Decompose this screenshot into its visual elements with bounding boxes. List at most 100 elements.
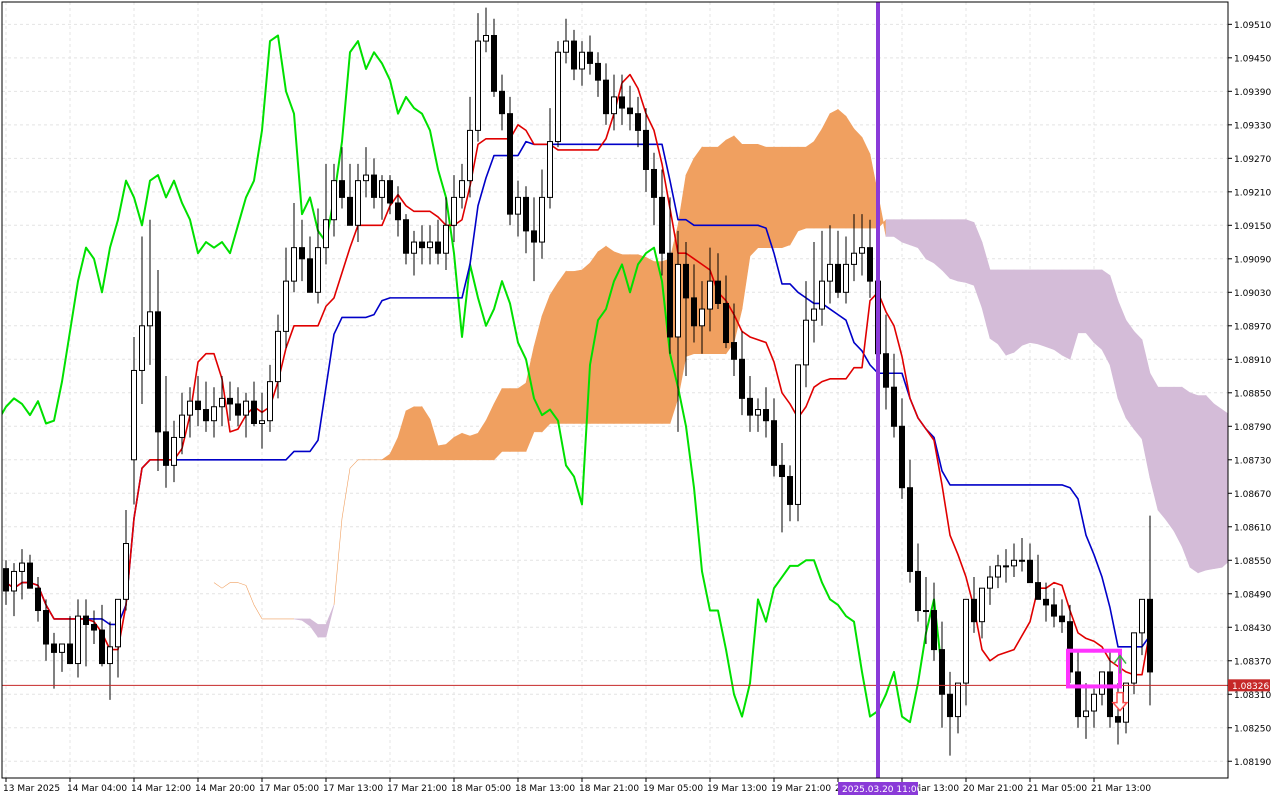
- cloud-segment: [997, 269, 1007, 357]
- cloud-segment: [957, 219, 967, 283]
- candle-body-bullish: [123, 543, 129, 600]
- cloud-segment: [837, 108, 847, 229]
- cloud-segment: [413, 406, 423, 461]
- cloud-segment: [1173, 386, 1183, 547]
- candle[interactable]: [795, 364, 801, 522]
- candle-body-bullish: [411, 241, 417, 254]
- candle-body-bullish: [755, 409, 761, 416]
- candle-body-bullish: [795, 364, 801, 505]
- candle-body-bearish: [571, 40, 577, 70]
- candle-body-bullish: [115, 598, 121, 648]
- candle-body-bearish: [235, 403, 241, 416]
- candle-body-bullish: [963, 598, 969, 684]
- cloud-segment: [1101, 269, 1111, 366]
- candle-body-bearish: [1035, 582, 1041, 600]
- candle-body-bearish: [387, 180, 393, 204]
- ichimoku-chart[interactable]: 1.09510 1.09450 1.09390 1.09330 1.09270 1.092…: [0, 0, 1280, 800]
- candle-body-bullish: [267, 381, 273, 422]
- cloud-segment: [1029, 269, 1039, 345]
- candle-body-bearish: [651, 168, 657, 198]
- cloud-segment: [517, 382, 527, 452]
- candle[interactable]: [507, 96, 513, 226]
- cloud-segment: [565, 271, 575, 424]
- candle-body-bullish: [1019, 559, 1025, 562]
- candle-body-bullish: [19, 562, 25, 572]
- candle-body-bearish: [51, 643, 57, 653]
- x-tick-label: 14 Mar 04:00: [67, 784, 127, 794]
- candle-body-bearish: [835, 263, 841, 293]
- candle-body-bearish: [643, 129, 649, 170]
- cloud-segment: [965, 219, 975, 286]
- cloud-segment: [757, 143, 767, 248]
- candle-body-bullish: [75, 615, 81, 665]
- y-tick-label: 1.09090: [1234, 255, 1271, 265]
- candle-body-bearish: [395, 202, 401, 221]
- y-tick-label: 1.09450: [1234, 54, 1271, 64]
- cloud-segment: [645, 256, 655, 424]
- cloud-segment: [1013, 269, 1023, 353]
- candle-body-bearish: [299, 247, 305, 260]
- candle-body-bearish: [531, 230, 537, 243]
- candle-body-bearish: [507, 113, 513, 215]
- candle-body-bullish: [803, 319, 809, 366]
- cloud-segment: [437, 444, 447, 461]
- cloud-segment: [813, 127, 823, 229]
- candle-body-bullish: [1139, 598, 1145, 634]
- candle-body-bullish: [11, 570, 17, 592]
- cloud-segment: [861, 137, 871, 229]
- candle-body-bullish: [843, 263, 849, 293]
- candle-body-bearish: [419, 241, 425, 249]
- candle-body-bearish: [867, 247, 873, 282]
- y-tick-label: 1.08310: [1234, 691, 1271, 701]
- y-tick-label: 1.08370: [1234, 657, 1271, 667]
- candle-body-bearish: [203, 409, 209, 422]
- cloud-segment: [1213, 403, 1223, 570]
- y-tick-label: 1.08670: [1234, 490, 1271, 500]
- candle-body-bearish: [691, 297, 697, 327]
- chart-canvas[interactable]: 1.09510 1.09450 1.09390 1.09330 1.09270 1.092…: [0, 0, 1280, 800]
- candle-body-bullish: [707, 280, 713, 310]
- candle-body-bearish: [915, 570, 921, 612]
- candle-body-bearish: [1059, 615, 1065, 623]
- cloud-segment: [317, 624, 327, 638]
- candle-body-bullish: [219, 397, 225, 408]
- candle-body-bearish: [347, 196, 353, 226]
- y-tick-label: 1.08250: [1234, 724, 1271, 734]
- cloud-segment: [901, 219, 911, 246]
- candle-body-bearish: [1051, 604, 1057, 617]
- candle-body-bearish: [731, 342, 737, 360]
- y-tick-label: 1.09210: [1234, 188, 1271, 198]
- candle-body-bullish: [59, 643, 65, 653]
- candle-body-bearish: [1107, 671, 1113, 718]
- x-tick-label: 21 Mar 13:00: [1091, 784, 1151, 794]
- cloud-segment: [909, 219, 919, 249]
- candle[interactable]: [555, 41, 561, 148]
- candle-body-bearish: [723, 302, 729, 344]
- y-tick-label: 1.08550: [1234, 557, 1271, 567]
- candle-body-bullish: [363, 174, 369, 182]
- candle-body-bearish: [163, 431, 169, 466]
- cloud-segment: [605, 245, 615, 424]
- x-tick-label: 17 Mar 05:00: [259, 784, 319, 794]
- candle-body-bearish: [907, 487, 913, 572]
- cloud-segment: [1205, 394, 1215, 571]
- candle-body-bearish: [635, 113, 641, 131]
- cloud-segment: [1061, 269, 1071, 360]
- candle-body-bearish: [67, 643, 73, 665]
- cloud-segment: [1181, 386, 1191, 568]
- candle-body-bearish: [523, 196, 529, 232]
- candle-body-bullish: [1131, 632, 1137, 684]
- cloud-segment: [1021, 269, 1031, 346]
- candle-body-bullish: [283, 280, 289, 332]
- cloud-segment: [789, 146, 799, 246]
- cloud-segment: [1125, 319, 1135, 431]
- y-tick-label: 1.08850: [1234, 389, 1271, 399]
- cloud-segment: [933, 219, 943, 271]
- cloud-segment: [1085, 269, 1095, 344]
- cloud-segment: [1077, 269, 1087, 334]
- cloud-segment: [1093, 269, 1103, 351]
- candle-body-bearish: [1147, 598, 1153, 673]
- x-tick-label: 19 Mar 21:00: [771, 784, 831, 794]
- candle-body-bullish: [187, 400, 193, 416]
- y-tick-label: 1.08430: [1234, 624, 1271, 634]
